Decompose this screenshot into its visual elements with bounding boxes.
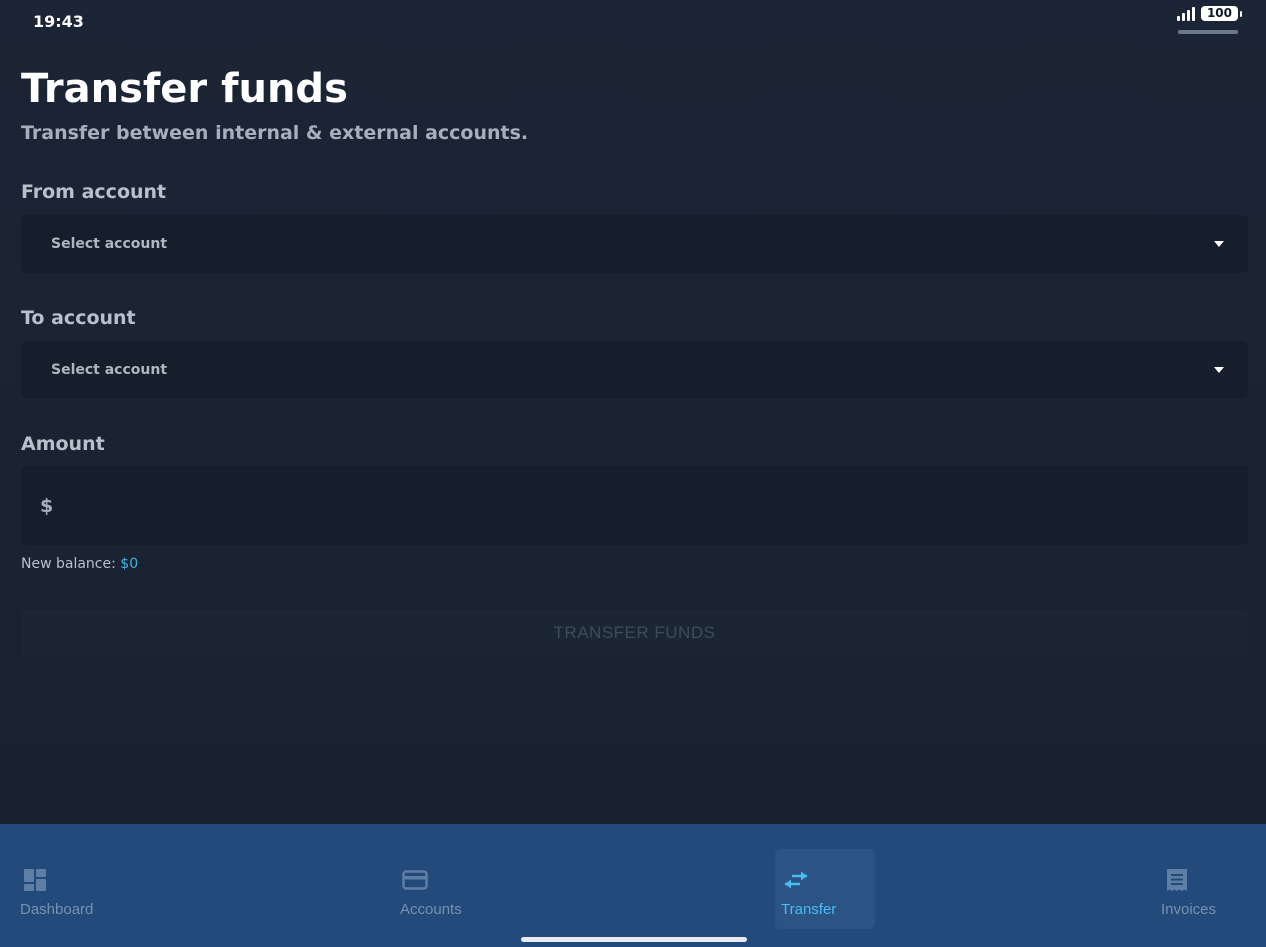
page-subtitle: Transfer between internal & external acc…: [21, 122, 529, 144]
from-account-select[interactable]: Select account: [21, 215, 1248, 273]
nav-item-transfer[interactable]: Transfer: [775, 849, 875, 929]
currency-symbol: $: [40, 494, 54, 517]
bottom-nav: Dashboard Accounts Transfer Invoices: [0, 824, 1266, 947]
amount-input[interactable]: [61, 465, 1248, 546]
status-time: 19:43: [33, 12, 84, 31]
new-balance-label: New balance:: [21, 556, 116, 572]
nav-label-accounts: Accounts: [400, 901, 462, 918]
credit-card-icon: [402, 870, 428, 890]
from-account-value: Select account: [51, 236, 168, 252]
transfer-arrows-icon: [785, 871, 807, 889]
status-icons: 100: [1176, 6, 1242, 21]
new-balance-value: $0: [120, 556, 139, 572]
nav-item-dashboard[interactable]: Dashboard: [20, 849, 130, 929]
transfer-screen: 19:43 100 Transfer funds Transfer betwee…: [0, 0, 1266, 947]
nav-label-dashboard: Dashboard: [20, 901, 94, 918]
to-account-select[interactable]: Select account: [21, 341, 1248, 399]
battery-level: 100: [1200, 6, 1238, 21]
from-account-label: From account: [21, 181, 167, 203]
invoice-icon: [1167, 869, 1187, 891]
caret-down-icon: [1214, 241, 1224, 247]
caret-down-icon: [1214, 367, 1224, 373]
nav-label-transfer: Transfer: [781, 901, 837, 918]
to-account-value: Select account: [51, 362, 168, 378]
nav-item-invoices[interactable]: Invoices: [1161, 849, 1241, 929]
page-title: Transfer funds: [21, 66, 348, 112]
nav-label-invoices: Invoices: [1161, 901, 1217, 918]
dashboard-icon: [24, 869, 46, 891]
signal-icon: [1176, 6, 1195, 21]
amount-field[interactable]: $: [21, 465, 1248, 546]
to-account-label: To account: [21, 307, 136, 329]
new-balance: New balance: $0: [21, 556, 138, 572]
nav-item-accounts[interactable]: Accounts: [400, 849, 510, 929]
amount-label: Amount: [21, 433, 105, 455]
transfer-funds-button[interactable]: TRANSFER FUNDS: [21, 610, 1248, 656]
status-divider: [1178, 30, 1238, 34]
home-indicator: [521, 937, 747, 942]
battery-icon: 100: [1200, 6, 1242, 21]
